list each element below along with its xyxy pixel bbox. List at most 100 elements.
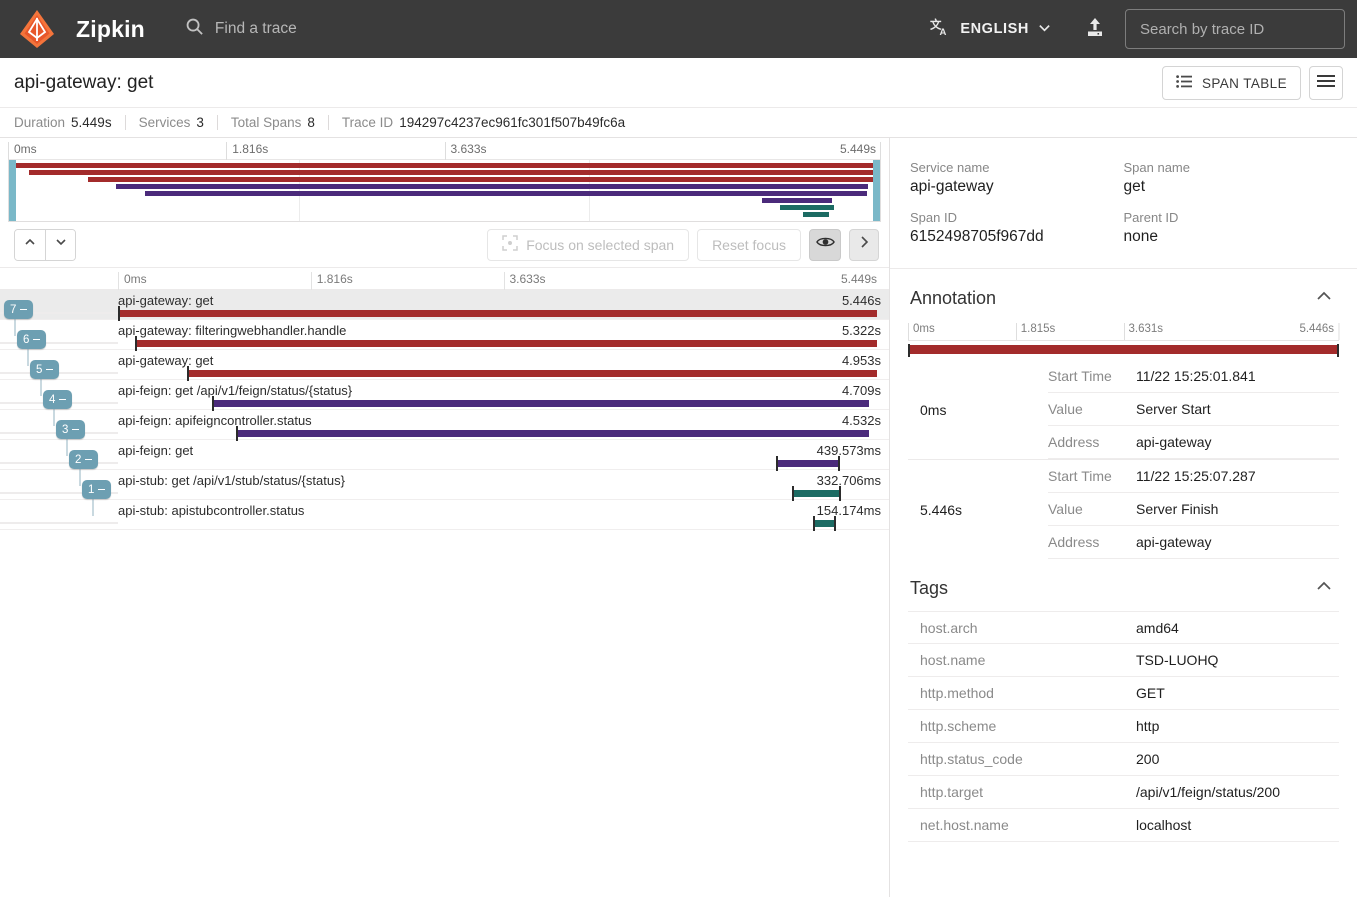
span-label: api-gateway: get bbox=[118, 293, 214, 308]
minimap-right-handle[interactable] bbox=[873, 160, 880, 221]
span-row[interactable]: api-feign: get /api/v1/feign/status/{sta… bbox=[0, 380, 889, 411]
timeline-tick: 3.633s bbox=[503, 272, 546, 291]
span-row[interactable]: api-gateway: get 4.953s bbox=[0, 350, 889, 381]
span-tree-toggle-badge[interactable]: 3 bbox=[56, 420, 86, 439]
tag-key: http.scheme bbox=[920, 718, 997, 734]
header-actions: SPAN TABLE bbox=[1161, 66, 1343, 100]
expand-detail-button[interactable] bbox=[849, 228, 879, 261]
span-bar-start-cap bbox=[118, 306, 120, 321]
tags-collapse-button[interactable] bbox=[1311, 575, 1337, 601]
span-table-button[interactable]: SPAN TABLE bbox=[1161, 66, 1301, 100]
span-bar-end-cap bbox=[837, 456, 840, 471]
collapse-dash-icon bbox=[20, 308, 28, 311]
tag-row: http.status_code 200 bbox=[908, 743, 1339, 776]
trace-menu-button[interactable] bbox=[1309, 66, 1343, 100]
search-by-trace-id-input[interactable] bbox=[1125, 9, 1345, 49]
meta-total-spans-label: Total Spans bbox=[230, 115, 302, 130]
span-tree-connector bbox=[0, 522, 118, 524]
span-label: api-feign: get /api/v1/feign/status/{sta… bbox=[118, 383, 353, 398]
minimap-span-bar bbox=[144, 191, 867, 196]
minimap-span-bar bbox=[9, 163, 880, 168]
body-split: 0ms 1.816s 3.633s 5.449s Focus on select… bbox=[0, 138, 1357, 897]
annotation-group: 0ms Start Time 11/22 15:25:01.841 Value Serv… bbox=[890, 360, 1357, 459]
annotation-row: Value Server Finish bbox=[1048, 493, 1339, 526]
minimap-span-bar bbox=[29, 170, 880, 175]
hamburger-menu-icon bbox=[1317, 74, 1335, 93]
meta-duration-value: 5.449s bbox=[71, 115, 112, 130]
tag-row: host.name TSD-LUOHQ bbox=[908, 644, 1339, 677]
span-tree-toggle-badge[interactable]: 5 bbox=[30, 360, 60, 379]
span-id-field: Span ID 6152498705f967dd bbox=[910, 210, 1124, 246]
span-bar-start-cap bbox=[776, 456, 779, 471]
span-navigation-group bbox=[14, 228, 76, 261]
tag-value: /api/v1/feign/status/200 bbox=[1136, 784, 1280, 800]
annotation-timestamp: 0ms bbox=[920, 401, 947, 418]
span-duration-bar bbox=[187, 370, 878, 377]
find-a-trace-label: Find a trace bbox=[214, 20, 297, 37]
translate-icon: 文 A bbox=[930, 17, 951, 42]
annotation-key: Value bbox=[1048, 401, 1083, 417]
annotation-bar-start-cap bbox=[908, 344, 910, 357]
annotation-key: Address bbox=[1048, 434, 1100, 450]
toggle-visibility-button[interactable] bbox=[809, 228, 841, 261]
span-row[interactable]: api-stub: get /api/v1/stub/status/{statu… bbox=[0, 470, 889, 501]
timeline-tick-axis: 0ms 1.816s 3.633s 5.449s bbox=[0, 268, 889, 291]
list-icon bbox=[1176, 75, 1193, 91]
span-label: api-gateway: filteringwebhandler.handle bbox=[118, 323, 347, 338]
minimap-span-bar bbox=[779, 205, 834, 210]
focus-on-selected-span-button[interactable]: Focus on selected span bbox=[487, 228, 690, 261]
span-tree-toggle-badge[interactable]: 7 bbox=[4, 300, 34, 319]
span-duration: 439.573ms bbox=[816, 443, 881, 458]
upload-trace-button[interactable] bbox=[1061, 7, 1125, 52]
reset-focus-button[interactable]: Reset focus bbox=[697, 228, 801, 261]
span-row[interactable]: api-feign: apifeigncontroller.status 4.53… bbox=[0, 410, 889, 441]
span-tree-toggle-badge[interactable]: 2 bbox=[69, 450, 99, 469]
span-bar-start-cap bbox=[211, 396, 214, 411]
minimap-left-handle[interactable] bbox=[9, 160, 16, 221]
service-name-label: Service name bbox=[910, 160, 990, 175]
span-tree-connector bbox=[0, 462, 118, 464]
meta-trace-id-label: Trace ID bbox=[341, 115, 394, 130]
span-tree-line bbox=[27, 346, 29, 366]
zipkin-logo-icon[interactable] bbox=[14, 6, 60, 52]
minimap[interactable]: 0ms 1.816s 3.633s 5.449s bbox=[0, 138, 889, 222]
timeline-tick: 5.449s bbox=[840, 272, 877, 286]
minimap-tick: 0ms bbox=[8, 142, 37, 160]
span-row[interactable]: api-gateway: get 5.446s bbox=[0, 290, 889, 321]
meta-duration: Duration 5.449s bbox=[14, 115, 125, 130]
previous-span-button[interactable] bbox=[15, 229, 45, 260]
span-row[interactable]: api-stub: apistubcontroller.status 154.17… bbox=[0, 500, 889, 531]
span-duration-bar bbox=[792, 490, 839, 497]
language-selector[interactable]: 文 A ENGLISH bbox=[920, 11, 1061, 48]
span-row[interactable]: api-feign: get 439.573ms bbox=[0, 440, 889, 471]
collapse-dash-icon bbox=[85, 458, 93, 461]
annotation-tick: 1.815s bbox=[1015, 323, 1055, 340]
span-duration-bar bbox=[118, 310, 878, 317]
span-row[interactable]: api-gateway: filteringwebhandler.handle 5… bbox=[0, 320, 889, 351]
annotation-row: Address api-gateway bbox=[1048, 526, 1339, 559]
chevron-up-icon bbox=[1315, 579, 1333, 597]
span-child-count: 6 bbox=[23, 333, 30, 346]
span-tree-toggle-badge[interactable]: 4 bbox=[43, 390, 73, 409]
tag-value: http bbox=[1136, 718, 1160, 734]
span-detail-pane: Service name api-gateway Span name get S… bbox=[890, 138, 1357, 897]
span-tree-line bbox=[92, 496, 94, 516]
next-span-button[interactable] bbox=[45, 229, 75, 260]
span-child-count: 5 bbox=[36, 363, 43, 376]
span-label: api-gateway: get bbox=[118, 353, 214, 368]
annotation-collapse-button[interactable] bbox=[1311, 285, 1337, 311]
svg-text:A: A bbox=[940, 27, 947, 38]
span-bar-start-cap bbox=[235, 426, 238, 441]
tag-key: http.method bbox=[920, 685, 994, 701]
annotation-value: Server Finish bbox=[1136, 501, 1219, 517]
service-name-field: Service name api-gateway bbox=[910, 160, 1124, 196]
tag-row: host.arch amd64 bbox=[908, 611, 1339, 644]
annotation-value: 11/22 15:25:01.841 bbox=[1136, 368, 1256, 384]
span-tree-toggle-badge[interactable]: 1 bbox=[82, 480, 112, 499]
meta-total-spans: Total Spans 8 bbox=[216, 115, 328, 130]
tag-key: http.status_code bbox=[920, 751, 1023, 767]
span-tree-toggle-badge[interactable]: 6 bbox=[17, 330, 47, 349]
minimap-canvas[interactable] bbox=[8, 160, 881, 222]
find-a-trace-button[interactable]: Find a trace bbox=[185, 17, 297, 41]
language-label: ENGLISH bbox=[960, 21, 1029, 37]
